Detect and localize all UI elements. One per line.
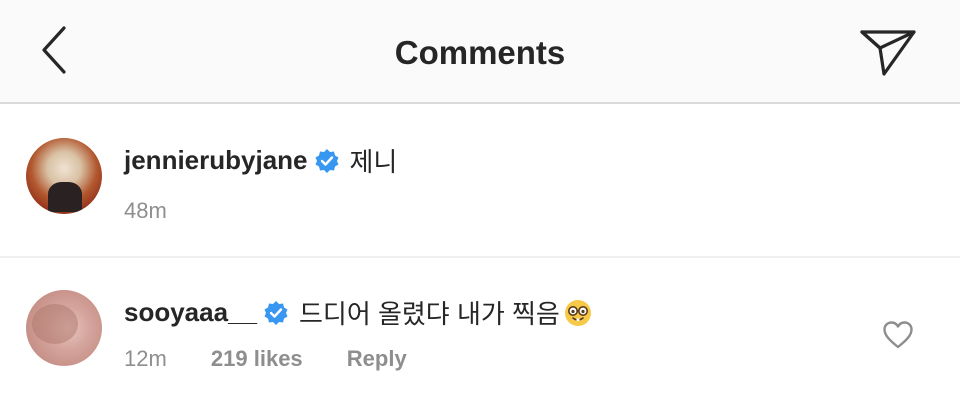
share-button[interactable] (856, 22, 920, 82)
reply-button[interactable]: Reply (347, 346, 407, 371)
like-button[interactable] (882, 320, 914, 350)
heart-icon (883, 321, 913, 349)
caption-line: jennierubyjane 제니 (124, 142, 397, 179)
likes-count[interactable]: 219 likes (211, 346, 303, 371)
username-link[interactable]: jennierubyjane (124, 145, 308, 176)
timestamp: 48m (124, 198, 167, 223)
caption-item: jennierubyjane 제니 48m (0, 104, 960, 258)
username-link[interactable]: sooyaaa__ (124, 297, 257, 328)
comment-text: 드디어 올렸댜 내가 찍음 (298, 299, 560, 329)
caption-text: 제니 (349, 147, 398, 177)
verified-badge-icon (264, 300, 288, 325)
avatar[interactable] (26, 290, 102, 366)
avatar[interactable] (26, 138, 102, 214)
comment-meta: 12m 219 likes Reply (124, 346, 445, 372)
verified-badge-icon (315, 148, 338, 173)
comment-item: sooyaaa__ 드디어 올렸댜 내가 찍음 12m 219 likes Re… (0, 258, 960, 404)
header-bar: Comments (0, 0, 960, 104)
nerd-face-emoji-icon (564, 299, 591, 326)
page-title: Comments (394, 34, 566, 71)
paper-plane-icon (860, 30, 916, 76)
comment-line: sooyaaa__ 드디어 올렸댜 내가 찍음 (124, 294, 592, 331)
caption-meta: 48m (124, 198, 205, 224)
timestamp: 12m (124, 346, 167, 371)
